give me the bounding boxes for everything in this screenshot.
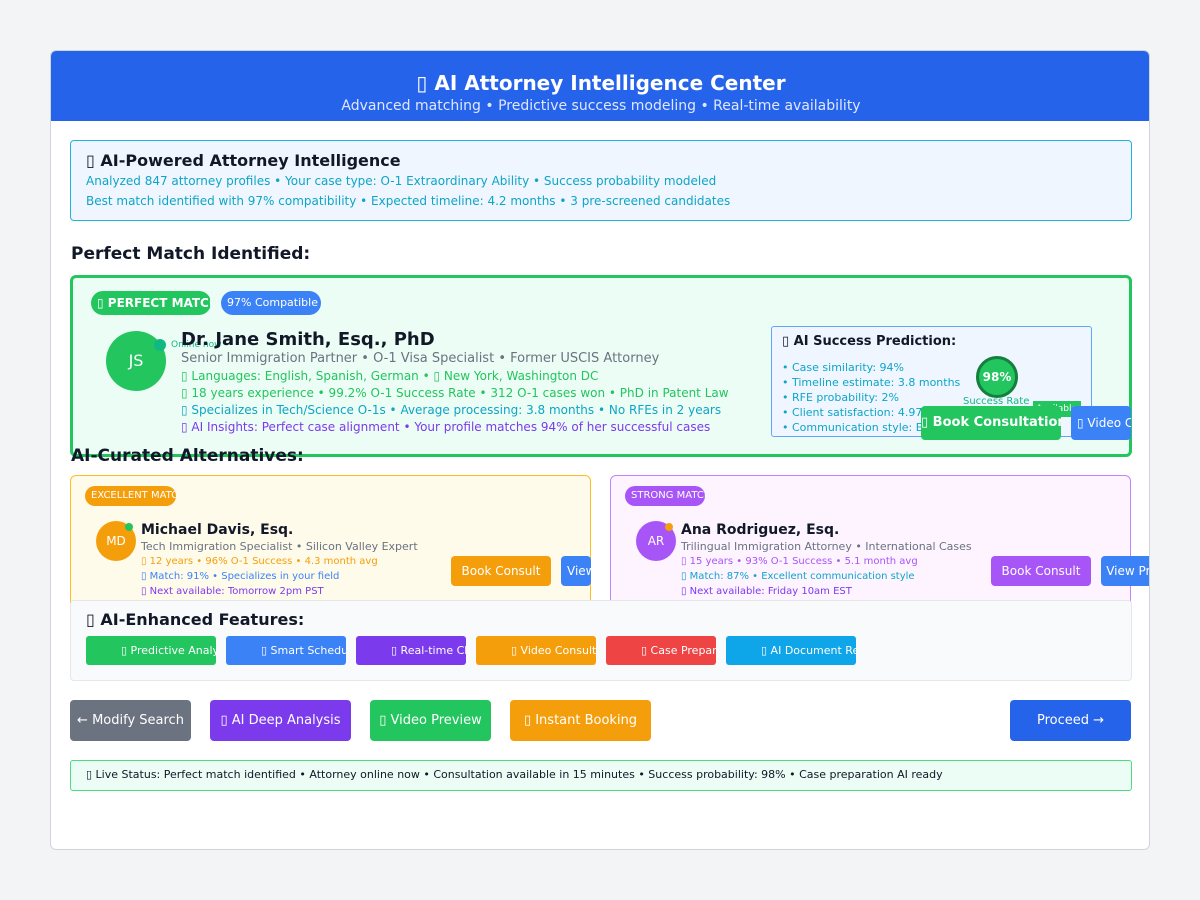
attorney-name: Ana Rodriguez, Esq. — [681, 522, 840, 538]
attorney-languages: ▯ Languages: English, Spanish, German • … — [181, 369, 599, 383]
ai-intelligence-panel: ▯ AI-Powered Attorney Intelligence Analy… — [70, 140, 1132, 221]
success-rate-ring: 98% — [976, 356, 1018, 398]
page-title: ▯ AI Attorney Intelligence Center — [416, 71, 786, 95]
book-consult-button[interactable]: Book Consult — [991, 556, 1091, 586]
perfect-match-card[interactable]: ▯ PERFECT MATCH 97% Compatible JS Online… — [70, 275, 1132, 457]
excellent-match-badge: EXCELLENT MATCH — [85, 486, 176, 506]
online-status-dot — [154, 339, 166, 351]
modify-search-button[interactable]: ← Modify Search — [70, 700, 191, 741]
feature-ai-document-review[interactable]: ▯ AI Document Review — [726, 636, 856, 665]
intelligence-line-1: Analyzed 847 attorney profiles • Your ca… — [86, 174, 717, 188]
header-bar: ▯ AI Attorney Intelligence Center Advanc… — [51, 51, 1149, 121]
intelligence-line-2: Best match identified with 97% compatibi… — [86, 194, 731, 208]
book-consult-button[interactable]: Book Consult — [451, 556, 551, 586]
attorney-stats: ▯ 15 years • 93% O-1 Success • 5.1 month… — [681, 556, 918, 567]
strong-match-badge: STRONG MATCH — [625, 486, 705, 506]
attorney-name: Dr. Jane Smith, Esq., PhD — [181, 329, 435, 350]
view-profile-button[interactable]: View Profile — [1101, 556, 1149, 586]
book-consultation-button[interactable]: ▯ Book Consultation — [921, 406, 1061, 440]
attorney-ai-insights: ▯ AI Insights: Perfect case alignment • … — [181, 420, 711, 434]
live-status-bar: ▯ Live Status: Perfect match identified … — [70, 760, 1132, 791]
attorney-role: Senior Immigration Partner • O-1 Visa Sp… — [181, 351, 660, 366]
video-call-button[interactable]: ▯ Video Call — [1071, 406, 1131, 440]
attorney-role: Trilingual Immigration Attorney • Intern… — [681, 540, 972, 553]
feature-video-consultations[interactable]: ▯ Video Consultations — [476, 636, 596, 665]
attorney-specialization: ▯ Specializes in Tech/Science O-1s • Ave… — [181, 403, 722, 417]
instant-booking-button[interactable]: ▯ Instant Booking — [510, 700, 651, 741]
compatibility-badge: 97% Compatible — [221, 291, 321, 315]
features-title: ▯ AI-Enhanced Features: — [86, 610, 305, 629]
video-preview-button[interactable]: ▯ Video Preview — [370, 700, 491, 741]
intelligence-title: ▯ AI-Powered Attorney Intelligence — [86, 151, 401, 170]
feature-real-time-chat[interactable]: ▯ Real-time Chat — [356, 636, 466, 665]
perfect-match-badge: ▯ PERFECT MATCH — [91, 291, 211, 315]
alternatives-heading: AI-Curated Alternatives: — [71, 446, 304, 466]
online-status-dot — [125, 523, 133, 531]
attorney-name: Michael Davis, Esq. — [141, 522, 294, 538]
busy-status-dot — [665, 523, 673, 531]
prediction-timeline: • Timeline estimate: 3.8 months — [782, 376, 961, 389]
intelligence-center-card: ▯ AI Attorney Intelligence Center Advanc… — [50, 50, 1150, 850]
ai-features-panel: ▯ AI-Enhanced Features: ▯ Predictive Ana… — [70, 600, 1132, 681]
feature-smart-scheduling[interactable]: ▯ Smart Scheduling — [226, 636, 346, 665]
proceed-button[interactable]: Proceed → — [1010, 700, 1131, 741]
prediction-title: ▯ AI Success Prediction: — [782, 334, 957, 349]
ai-deep-analysis-button[interactable]: ▯ AI Deep Analysis — [210, 700, 351, 741]
attorney-match: ▯ Match: 91% • Specializes in your field — [141, 571, 340, 582]
prediction-satisfaction: • Client satisfaction: 4.97/5 — [782, 406, 934, 419]
attorney-experience: ▯ 18 years experience • 99.2% O-1 Succes… — [181, 386, 729, 400]
attorney-stats: ▯ 12 years • 96% O-1 Success • 4.3 month… — [141, 556, 378, 567]
feature-predictive-analytics[interactable]: ▯ Predictive Analytics — [86, 636, 216, 665]
feature-case-preparation[interactable]: ▯ Case Preparation — [606, 636, 716, 665]
page-subtitle: Advanced matching • Predictive success m… — [341, 98, 861, 114]
prediction-rfe: • RFE probability: 2% — [782, 391, 899, 404]
attorney-availability: ▯ Next available: Friday 10am EST — [681, 586, 852, 597]
prediction-case-similarity: • Case similarity: 94% — [782, 361, 905, 374]
view-profile-button[interactable]: View Profile — [561, 556, 591, 586]
attorney-match: ▯ Match: 87% • Excellent communication s… — [681, 571, 915, 582]
attorney-availability: ▯ Next available: Tomorrow 2pm PST — [141, 586, 324, 597]
attorney-role: Tech Immigration Specialist • Silicon Va… — [141, 540, 418, 553]
perfect-match-heading: Perfect Match Identified: — [71, 244, 311, 264]
